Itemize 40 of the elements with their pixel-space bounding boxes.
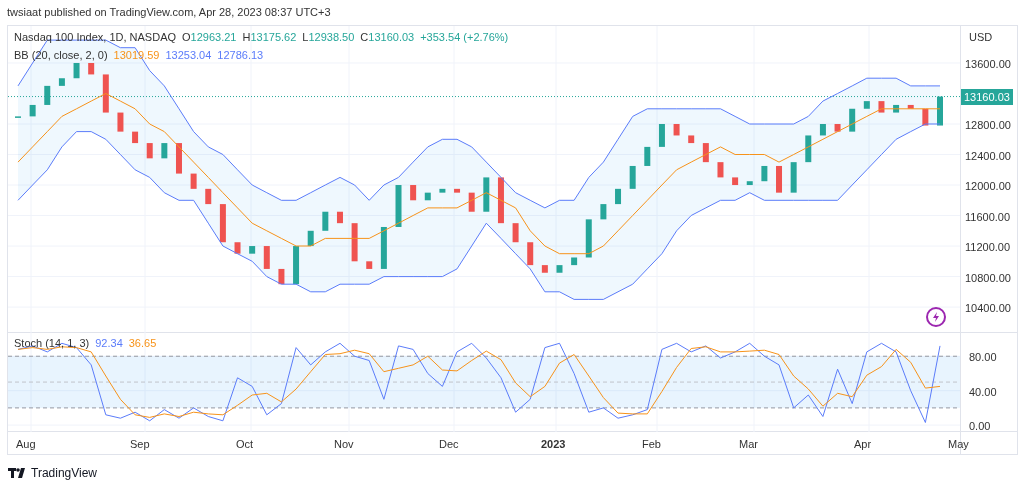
time-label: 2023	[541, 437, 566, 452]
indicator-value: 12786.13	[217, 47, 264, 63]
indicator-label: Stoch (14, 1, 3)	[14, 336, 90, 351]
stochastic-tick: 80.00	[969, 350, 997, 366]
time-label: Feb	[642, 437, 661, 452]
price-tick: 10800.00	[965, 270, 1011, 286]
price-change: +353.54 (+2.76%)	[420, 30, 509, 45]
time-label: Mar	[739, 437, 758, 452]
currency-label: USD	[969, 30, 993, 45]
ohlc-value: L12938.50	[302, 30, 355, 45]
ohlc-value: H13175.62	[242, 30, 297, 45]
price-tick: 12000.00	[965, 179, 1011, 194]
lightning-icon[interactable]	[926, 307, 946, 327]
stochastic-tick: 40.00	[969, 384, 997, 400]
symbol-label: Nasdaq 100 Index, 1D, NASDAQ	[14, 30, 177, 45]
last-price-label: 13160.03	[961, 88, 1013, 105]
price-tick: 10400.00	[965, 301, 1011, 317]
time-label: Nov	[334, 437, 354, 452]
indicator-value: 36.65	[128, 336, 157, 351]
time-label: Aug	[16, 437, 36, 452]
price-tick: 11200.00	[965, 240, 1011, 256]
ohlc-value: C13160.03	[360, 30, 415, 45]
stochastic-tick: 0.00	[969, 419, 991, 435]
indicator-value: 13019.59	[113, 47, 160, 63]
indicator-value: 92.34	[95, 336, 123, 351]
time-label: Sep	[130, 437, 150, 452]
time-label: Dec	[439, 437, 459, 452]
time-label: Oct	[236, 437, 254, 452]
price-tick: 11600.00	[965, 209, 1011, 225]
ohlc-value: O12963.21	[182, 30, 237, 45]
price-tick: 12800.00	[965, 118, 1011, 133]
attribution-text: twsiaat published on TradingView.com, Apr 28, 2023 08:37 UTC+3	[7, 6, 331, 18]
indicator-value: 13253.04	[165, 47, 212, 63]
brand-name: TradingView	[31, 465, 98, 482]
logo-icon	[8, 468, 27, 478]
time-label: May	[948, 437, 969, 452]
price-tick: 12400.00	[965, 148, 1011, 164]
indicator-label: BB (20, close, 2, 0)	[14, 47, 108, 63]
price-tick: 13600.00	[965, 57, 1011, 72]
time-label: Apr	[854, 437, 872, 452]
